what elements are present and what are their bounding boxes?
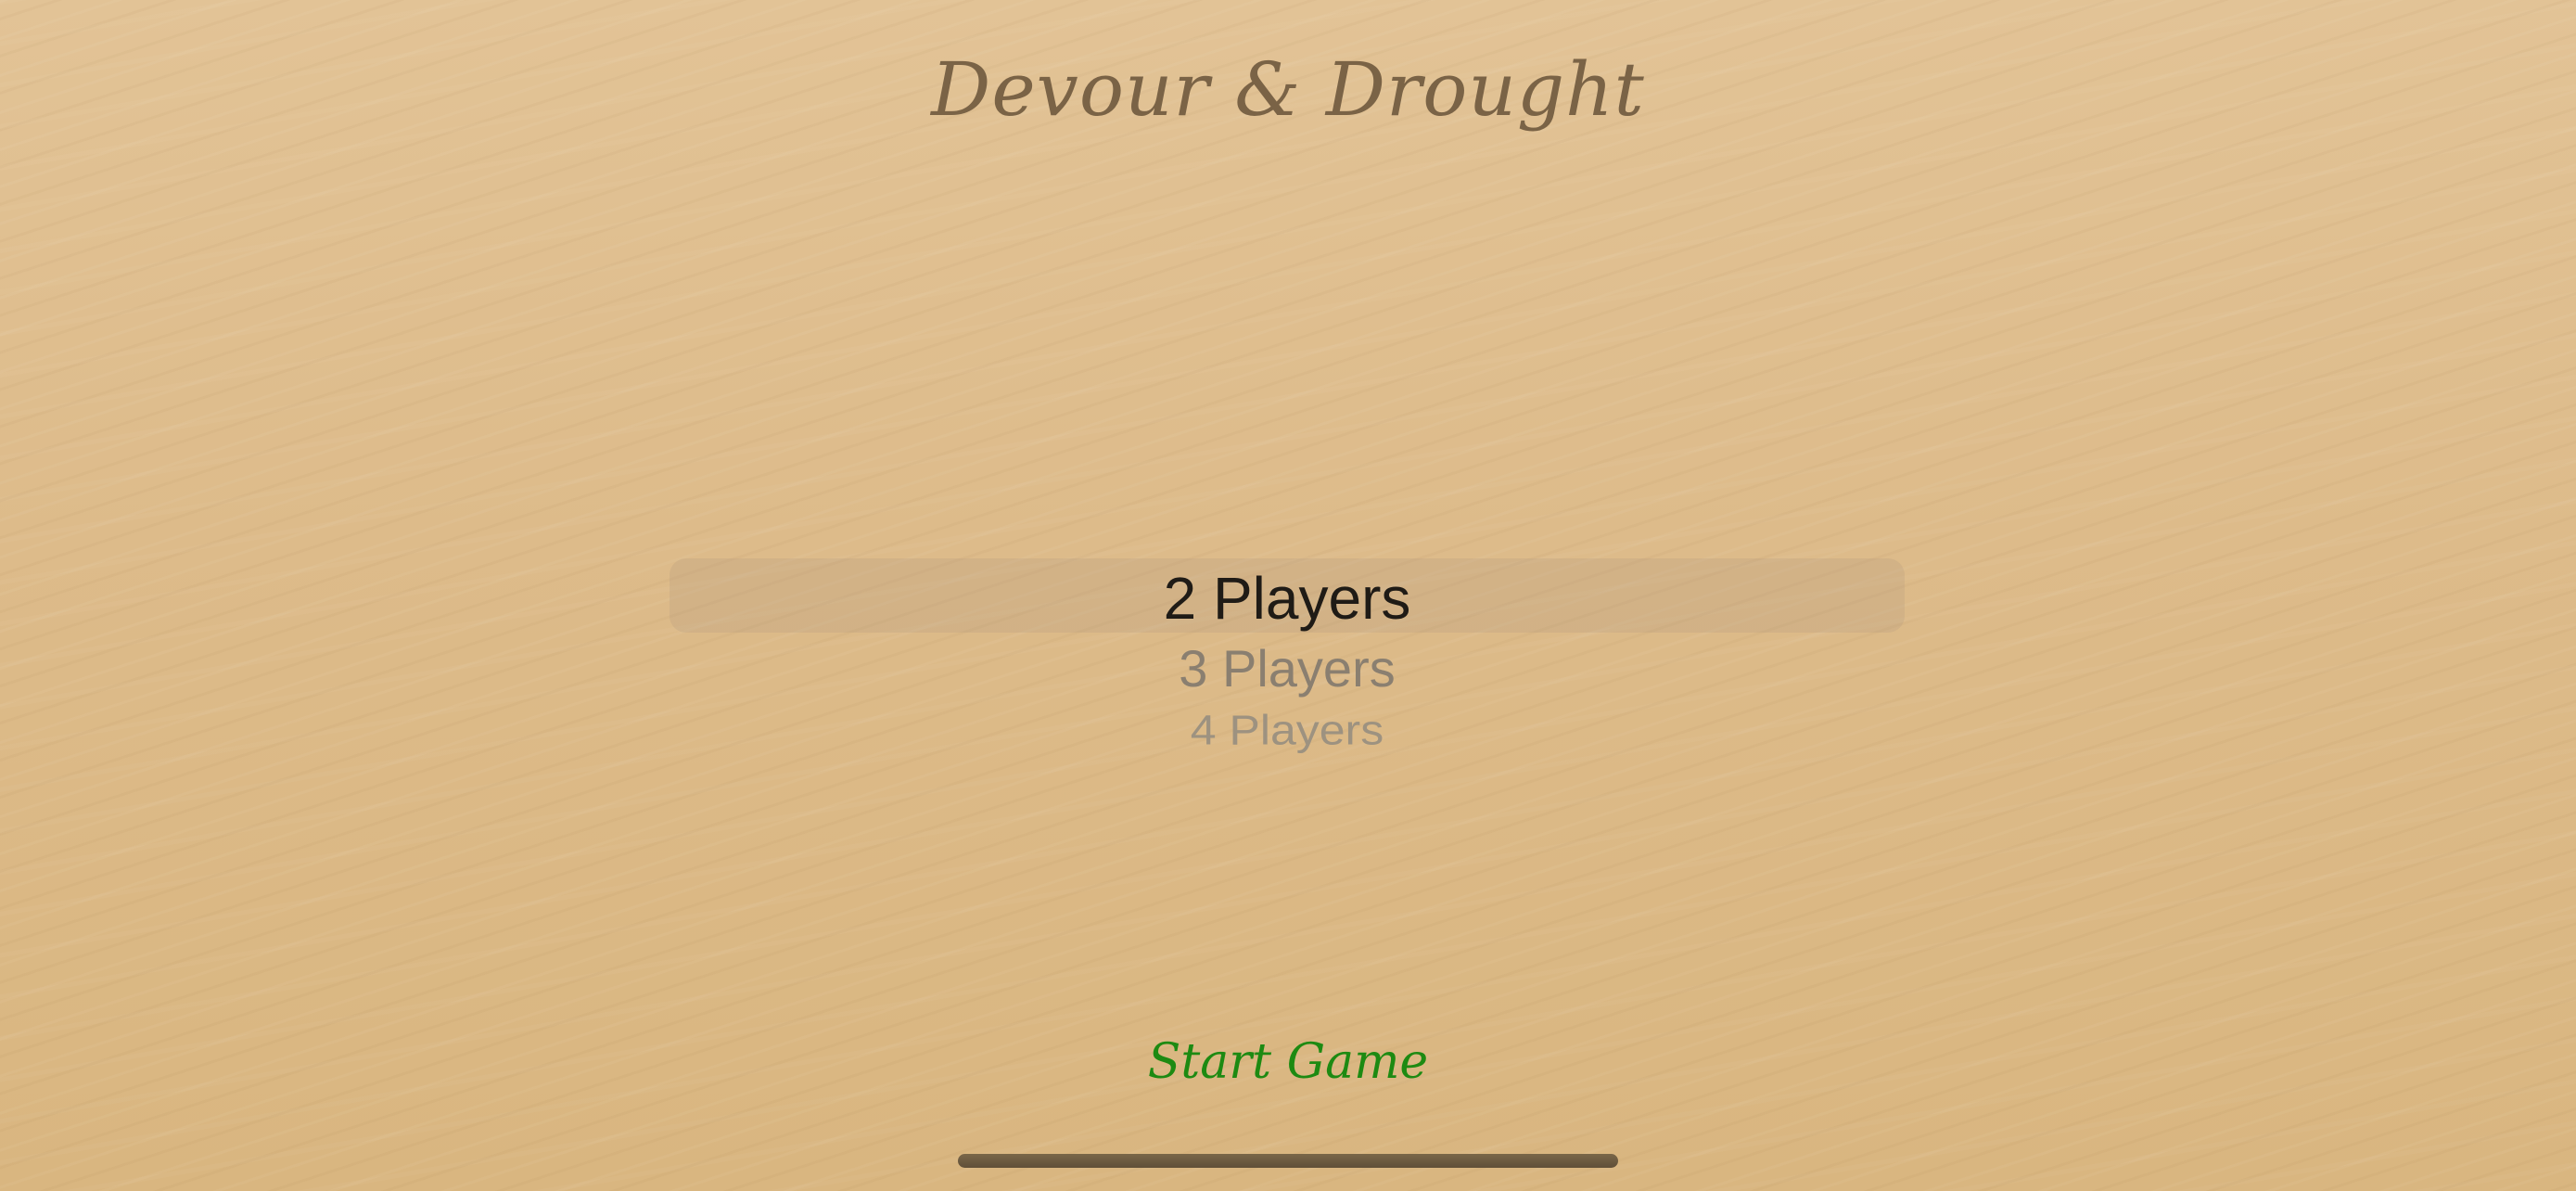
- picker-option-4-players[interactable]: 4 Players: [670, 706, 1905, 754]
- game-title: Devour & Drought: [931, 46, 1645, 133]
- player-count-picker[interactable]: 2 Players 3 Players 4 Players: [670, 558, 1905, 781]
- picker-option-3-players[interactable]: 3 Players: [670, 638, 1905, 698]
- home-indicator[interactable]: [958, 1154, 1618, 1168]
- picker-option-2-players[interactable]: 2 Players: [670, 564, 1905, 633]
- game-setup-screen: Devour & Drought 2 Players 3 Players 4 P…: [0, 0, 2576, 1191]
- start-game-button[interactable]: Start Game: [1056, 1025, 1520, 1099]
